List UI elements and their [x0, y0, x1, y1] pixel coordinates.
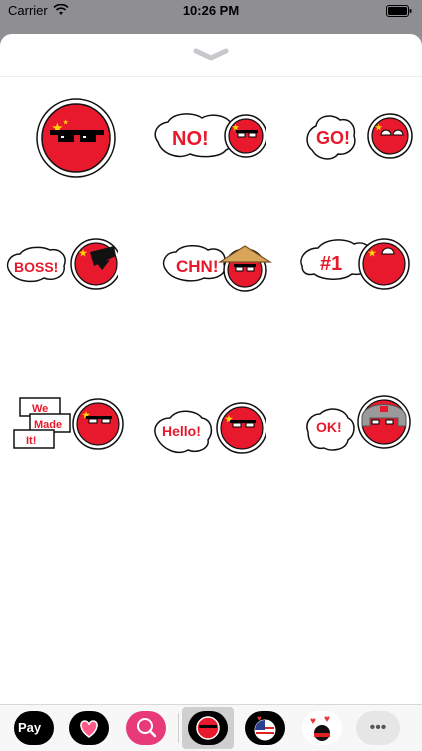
clock: 10:26 PM	[182, 3, 240, 18]
svg-text:★: ★	[79, 248, 88, 258]
love-sticker-app-button[interactable]: ♥ ♥	[302, 711, 342, 745]
svg-text:CHN!: CHN!	[176, 257, 219, 276]
svg-text:★: ★	[63, 119, 69, 126]
usa-sticker-app-button[interactable]: ♥	[245, 711, 285, 745]
magnifier-icon	[137, 718, 157, 738]
svg-text:It!: It!	[26, 435, 36, 447]
sticker-no[interactable]: NO! ★	[150, 90, 268, 182]
app-drawer: Pay ♥ ♥ ♥ •••	[0, 704, 422, 751]
chevron-down-icon[interactable]	[193, 48, 229, 62]
svg-text:♥: ♥	[257, 714, 262, 723]
battery-icon	[386, 5, 412, 17]
sticker-we-made-it[interactable]: We Made It! ★	[10, 390, 126, 482]
sticker-boss[interactable]: BOSS! ★	[2, 210, 122, 302]
ellipsis-icon: •••	[369, 719, 387, 736]
sticker-ok[interactable]: OK!	[302, 390, 418, 482]
svg-text:#1: #1	[320, 253, 342, 275]
search-app-button[interactable]	[126, 711, 166, 745]
svg-text:NO!: NO!	[172, 128, 209, 150]
sticker-go[interactable]: GO! ★	[298, 90, 414, 182]
heart-app-button[interactable]	[69, 711, 109, 745]
apple-pay-app-button[interactable]: Pay	[14, 711, 54, 745]
sticker-number-one[interactable]: #1 ★	[298, 210, 414, 302]
more-apps-button[interactable]: •••	[356, 711, 400, 745]
svg-text:Hello!: Hello!	[162, 423, 201, 439]
sticker-chn[interactable]: CHN!	[158, 210, 274, 302]
svg-text:★: ★	[368, 248, 377, 258]
drawer-divider	[178, 713, 179, 743]
apple-pay-label: Pay	[18, 720, 42, 735]
usa-ball-icon: ♥	[254, 714, 276, 741]
sticker-sunglasses[interactable]: ★ ★	[18, 90, 134, 182]
sheet-divider	[0, 76, 422, 77]
sticker-sheet: ★ ★ NO! ★ GO! ★ BOSS! ★ CHN! #1 ★ We Mad…	[0, 34, 422, 750]
svg-text:★: ★	[375, 123, 383, 132]
heart-icon	[80, 720, 98, 738]
status-bar: Carrier 10:26 PM	[0, 0, 422, 22]
svg-text:Made: Made	[34, 419, 62, 431]
sticker-hello[interactable]: Hello! ★	[150, 390, 268, 482]
china-ball-icon	[196, 716, 220, 740]
svg-text:We: We	[32, 403, 48, 415]
svg-text:BOSS!: BOSS!	[14, 259, 58, 275]
svg-text:♥: ♥	[310, 716, 316, 727]
svg-text:♥: ♥	[324, 714, 330, 725]
svg-text:OK!: OK!	[316, 419, 342, 435]
svg-text:GO!: GO!	[316, 128, 350, 148]
current-sticker-pack-button[interactable]	[188, 711, 228, 745]
hearts-ball-icon: ♥ ♥	[310, 714, 330, 741]
